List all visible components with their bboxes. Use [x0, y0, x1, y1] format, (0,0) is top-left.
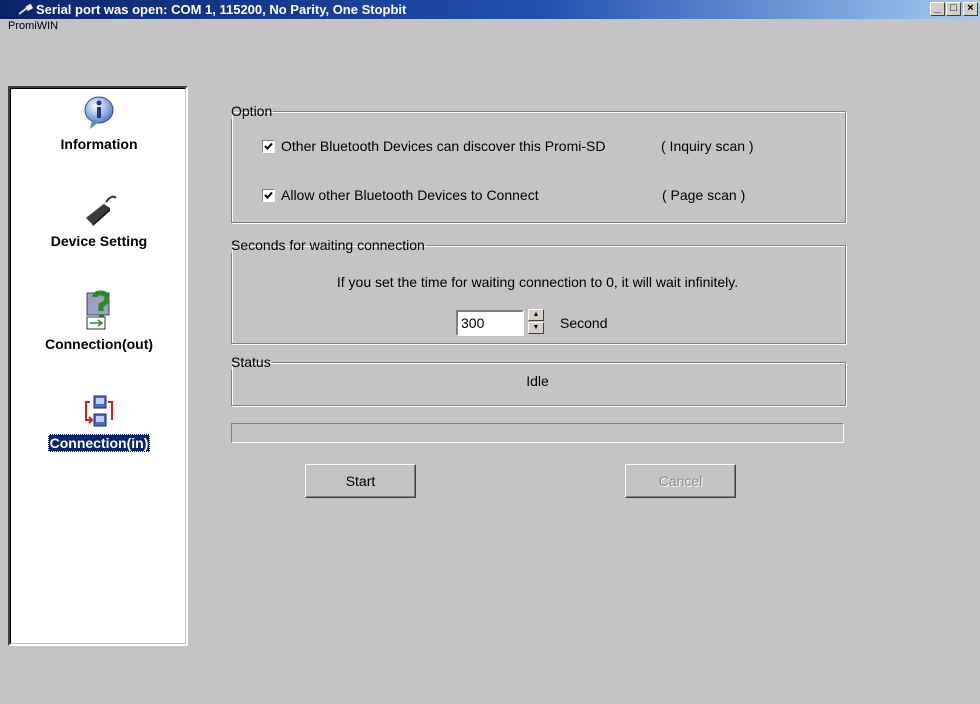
close-button[interactable]: ×: [963, 2, 978, 16]
waiting-seconds-input[interactable]: [456, 310, 524, 336]
option-group: Option: [231, 103, 846, 223]
spin-up-button[interactable]: ▲: [528, 309, 544, 321]
inquiry-scan-hint: ( Inquiry scan ): [661, 138, 754, 154]
status-group-legend: Status: [231, 354, 271, 370]
inquiry-scan-label[interactable]: Other Bluetooth Devices can discover thi…: [281, 138, 605, 154]
start-button[interactable]: Start: [305, 464, 416, 498]
waiting-connection-legend: Seconds for waiting connection: [231, 237, 425, 253]
sidebar-item-connection-out[interactable]: Connection(out): [11, 289, 187, 353]
sidebar-item-information[interactable]: Information: [11, 95, 187, 153]
waiting-description: If you set the time for waiting connecti…: [336, 274, 739, 290]
app-name: PromiWIN: [8, 20, 59, 32]
page-scan-hint: ( Page scan ): [662, 187, 746, 203]
sidebar: Information Device Setting Connection(ou…: [8, 86, 188, 646]
page-scan-option: Allow other Bluetooth Devices to Connect: [262, 187, 539, 203]
window-title: Serial port was open: COM 1, 115200, No …: [36, 2, 407, 17]
sidebar-item-label: Connection(out): [44, 336, 154, 352]
page-scan-checkbox[interactable]: [262, 189, 275, 202]
status-value: Idle: [526, 373, 549, 389]
inquiry-scan-option: Other Bluetooth Devices can discover thi…: [262, 138, 605, 154]
sidebar-item-device-setting[interactable]: Device Setting: [11, 192, 187, 250]
sidebar-item-label: Information: [60, 136, 138, 152]
sidebar-item-label: Connection(in): [47, 434, 151, 452]
inquiry-scan-checkbox[interactable]: [262, 140, 275, 153]
option-group-legend: Option: [231, 103, 273, 119]
checkmark-icon: [264, 142, 273, 150]
title-bar[interactable]: Serial port was open: COM 1, 115200, No …: [0, 0, 980, 19]
info-icon: [84, 96, 114, 129]
minimize-button[interactable]: _: [930, 2, 945, 16]
serial-cable-icon: [18, 3, 33, 15]
progress-bar: [231, 423, 844, 443]
checkmark-icon: [264, 191, 273, 199]
sidebar-item-connection-in[interactable]: Connection(in): [11, 394, 187, 452]
page-scan-label[interactable]: Allow other Bluetooth Devices to Connect: [281, 187, 539, 203]
connection-out-icon: [86, 290, 110, 330]
cancel-button[interactable]: Cancel: [625, 464, 736, 498]
maximize-button[interactable]: □: [946, 2, 961, 16]
device-icon: [86, 195, 117, 226]
spin-down-button[interactable]: ▼: [528, 322, 544, 334]
sidebar-item-label: Device Setting: [50, 233, 148, 249]
seconds-unit-label: Second: [560, 315, 608, 331]
connection-in-icon: [85, 395, 113, 427]
